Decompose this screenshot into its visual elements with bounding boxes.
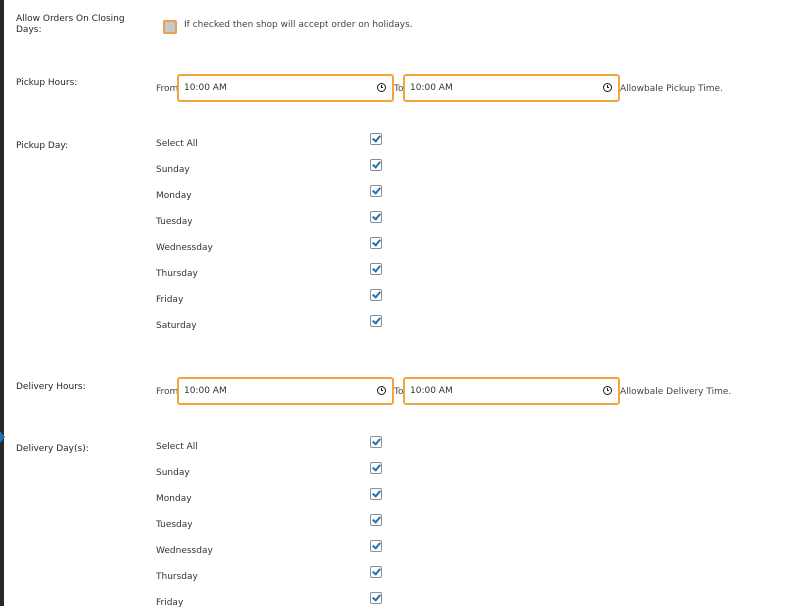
day-option-label: Wednessday — [156, 546, 213, 556]
delivery-day-option-row: Tuesday — [156, 514, 396, 534]
day-option-label: Friday — [156, 598, 184, 608]
pickup-day-option-row: Sunday — [156, 159, 396, 179]
day-checkbox[interactable] — [370, 289, 382, 301]
day-checkbox[interactable] — [370, 514, 382, 526]
day-option-label: Sunday — [156, 468, 190, 478]
delivery-day-option-row: Monday — [156, 488, 396, 508]
pickup-to-value: 10:00 AM — [410, 83, 453, 93]
pickup-day-option-row: Select All — [156, 133, 396, 153]
day-option-label: Monday — [156, 494, 192, 504]
day-checkbox[interactable] — [370, 566, 382, 578]
day-option-label: Select All — [156, 442, 198, 452]
day-checkbox[interactable] — [370, 263, 382, 275]
clock-icon[interactable] — [603, 83, 612, 92]
delivery-to-value: 10:00 AM — [410, 386, 453, 396]
day-checkbox[interactable] — [370, 488, 382, 500]
day-option-label: Thursday — [156, 269, 198, 279]
delivery-from-time-input[interactable]: 10:00 AM — [177, 377, 394, 405]
day-checkbox[interactable] — [370, 237, 382, 249]
pickup-to-time-input[interactable]: 10:00 AM — [403, 74, 620, 102]
day-checkbox[interactable] — [370, 159, 382, 171]
delivery-hours-label: Delivery Hours: — [16, 382, 86, 392]
day-checkbox[interactable] — [370, 185, 382, 197]
pickup-from-value: 10:00 AM — [184, 83, 227, 93]
day-checkbox[interactable] — [370, 592, 382, 604]
collapse-arrow-icon[interactable] — [0, 431, 5, 443]
delivery-day-option-row: Sunday — [156, 462, 396, 482]
delivery-day-option-row: Thursday — [156, 566, 396, 586]
delivery-day-option-row: Select All — [156, 436, 396, 456]
pickup-from-label: From — [156, 84, 179, 94]
pickup-day-option-row: Monday — [156, 185, 396, 205]
closing-days-help: If checked then shop will accept order o… — [184, 20, 413, 30]
clock-icon[interactable] — [603, 386, 612, 395]
delivery-hours-help: Allowbale Delivery Time. — [620, 387, 732, 397]
day-option-label: Thursday — [156, 572, 198, 582]
closing-days-checkbox[interactable] — [163, 20, 177, 34]
admin-sidebar-edge — [0, 0, 4, 606]
pickup-day-option-row: Wednessday — [156, 237, 396, 257]
pickup-day-option-row: Tuesday — [156, 211, 396, 231]
pickup-day-option-row: Saturday — [156, 315, 396, 335]
day-option-label: Select All — [156, 139, 198, 149]
delivery-to-time-input[interactable]: 10:00 AM — [403, 377, 620, 405]
day-option-label: Sunday — [156, 165, 190, 175]
pickup-from-time-input[interactable]: 10:00 AM — [177, 74, 394, 102]
day-option-label: Saturday — [156, 321, 197, 331]
day-checkbox[interactable] — [370, 436, 382, 448]
pickup-day-option-row: Friday — [156, 289, 396, 309]
clock-icon[interactable] — [377, 386, 386, 395]
day-checkbox[interactable] — [370, 315, 382, 327]
pickup-hours-label: Pickup Hours: — [16, 78, 78, 88]
day-checkbox[interactable] — [370, 462, 382, 474]
day-checkbox[interactable] — [370, 133, 382, 145]
day-option-label: Friday — [156, 295, 184, 305]
day-checkbox[interactable] — [370, 211, 382, 223]
delivery-day-label: Delivery Day(s): — [16, 444, 89, 454]
pickup-day-label: Pickup Day: — [16, 141, 69, 151]
day-option-label: Tuesday — [156, 217, 193, 227]
day-option-label: Monday — [156, 191, 192, 201]
delivery-from-value: 10:00 AM — [184, 386, 227, 396]
delivery-from-label: From — [156, 387, 179, 397]
delivery-day-option-row: Friday — [156, 592, 396, 612]
delivery-day-option-row: Wednessday — [156, 540, 396, 560]
pickup-day-option-row: Thursday — [156, 263, 396, 283]
closing-days-label: Allow Orders On Closing Days: — [16, 14, 125, 35]
day-option-label: Tuesday — [156, 520, 193, 530]
pickup-hours-help: Allowbale Pickup Time. — [620, 84, 723, 94]
clock-icon[interactable] — [377, 83, 386, 92]
day-checkbox[interactable] — [370, 540, 382, 552]
day-option-label: Wednessday — [156, 243, 213, 253]
